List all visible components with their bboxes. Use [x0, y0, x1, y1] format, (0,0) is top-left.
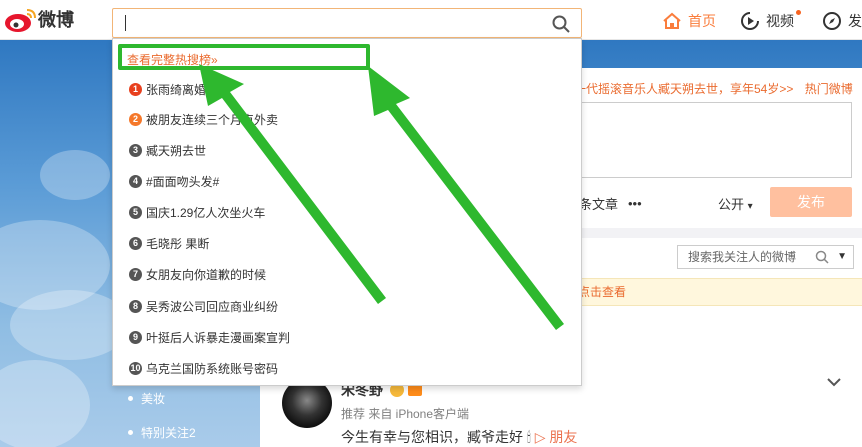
annotation-arrows	[199, 64, 564, 330]
annotation-arrow-right	[368, 66, 564, 330]
annotation-arrow-left	[199, 64, 386, 304]
